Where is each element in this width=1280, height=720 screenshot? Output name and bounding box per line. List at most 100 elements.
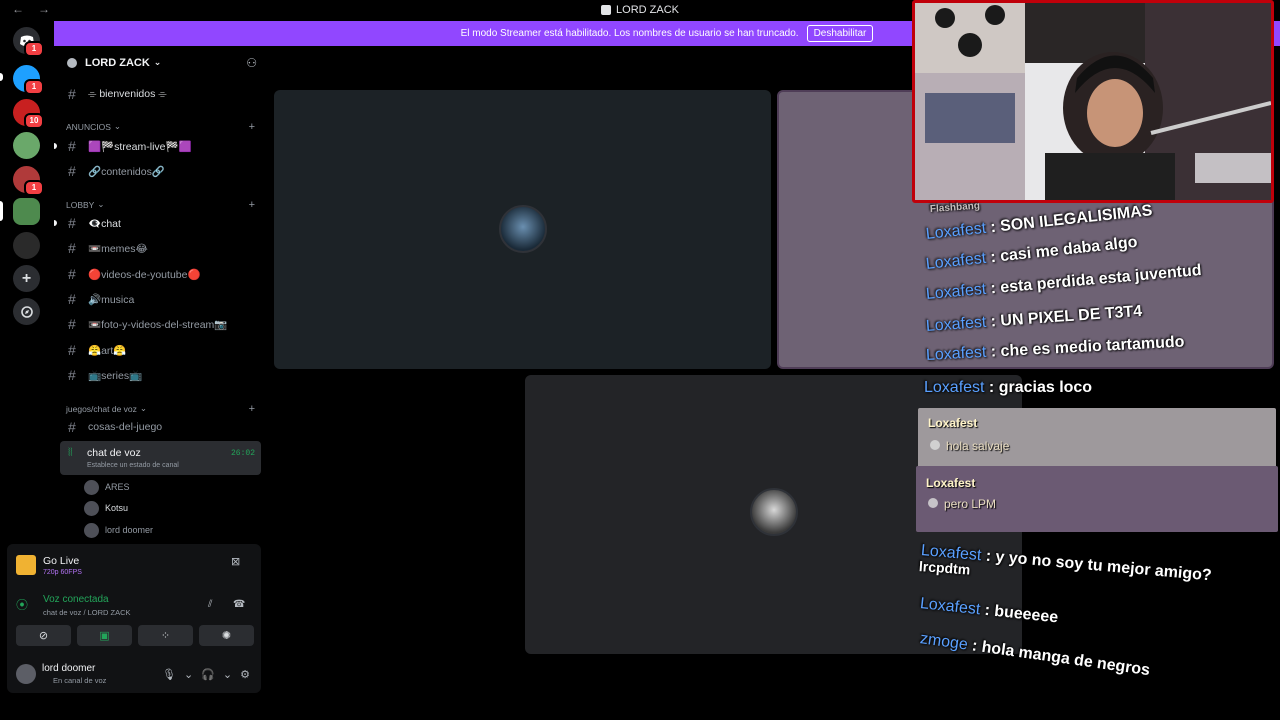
gear-icon[interactable]: ⚙ xyxy=(240,668,250,681)
channel-videos[interactable]: # 🔴videos-de-youtube🔴 xyxy=(60,263,261,285)
chevron-down-icon[interactable]: ⌄ xyxy=(223,668,232,681)
channel-label: 🟪🏁stream-live🏁🟪 xyxy=(88,140,192,153)
voice-tile[interactable] xyxy=(274,90,771,369)
channel-art[interactable]: # 😤art😤 xyxy=(60,339,261,361)
voice-connected-location[interactable]: chat de voz / LORD ZACK xyxy=(43,608,131,617)
category-lobby[interactable]: LOBBY ⌄ + xyxy=(66,199,261,211)
category-juegos[interactable]: juegos/chat de voz ⌄ + xyxy=(66,403,261,415)
voice-connected-title[interactable]: Voz conectada xyxy=(43,594,109,605)
channel-label: cosas-del-juego xyxy=(88,421,163,433)
channel-label: 👁‍🗨chat xyxy=(88,217,121,230)
channel-label: 📼foto-y-videos-del-stream📷 xyxy=(88,318,228,331)
server-icon[interactable] xyxy=(13,132,40,159)
notification-badge: 1 xyxy=(24,41,44,57)
voice-user[interactable]: lord doomer xyxy=(84,521,153,539)
hash-icon: # xyxy=(68,367,76,383)
stop-stream-icon[interactable]: ⊠ xyxy=(231,555,240,568)
hash-icon: # xyxy=(68,215,76,231)
discord-home-icon[interactable]: 1 xyxy=(13,27,44,57)
channel-label: 📼memes😂 xyxy=(88,242,148,255)
chevron-down-icon: ⌄ xyxy=(139,403,148,413)
server-icon[interactable]: 10 xyxy=(13,99,44,129)
channel-cosas-del-juego[interactable]: # cosas-del-juego xyxy=(60,416,261,438)
activities-button[interactable]: ⁘ xyxy=(138,625,193,646)
chat-card: Loxafest hola salvaje xyxy=(918,408,1276,474)
hash-icon: # xyxy=(68,240,76,256)
headphones-icon[interactable]: 🎧 xyxy=(201,668,215,681)
chevron-down-icon: ⌄ xyxy=(153,57,162,67)
channel-chat[interactable]: # 👁‍🗨chat xyxy=(54,212,261,234)
category-anuncios[interactable]: ANUNCIOS ⌄ + xyxy=(66,121,261,133)
channel-series[interactable]: # 📺series📺 xyxy=(60,364,261,386)
noise-suppression-icon[interactable]: ⫽ xyxy=(208,599,212,610)
webcam-feed xyxy=(915,3,1271,200)
avatar[interactable] xyxy=(16,664,36,684)
user-name[interactable]: lord doomer xyxy=(42,663,95,674)
camera-off-button[interactable]: ⊘ xyxy=(16,625,71,646)
category-label: LOBBY xyxy=(66,199,95,210)
guild-header[interactable]: LORD ZACK ⌄ ⚇ xyxy=(54,46,267,79)
chevron-down-icon: ⌄ xyxy=(113,121,121,131)
voice-user-name: Kotsu xyxy=(105,503,129,513)
add-channel-icon[interactable]: + xyxy=(249,403,255,415)
window-title: LORD ZACK xyxy=(601,4,679,16)
avatar xyxy=(84,500,99,516)
chat-user-icon xyxy=(928,498,938,508)
game-icon xyxy=(16,555,36,575)
selected-pill xyxy=(0,201,3,221)
server-icon[interactable]: 1 xyxy=(13,166,44,196)
hash-icon: # xyxy=(68,163,76,179)
hash-icon: # xyxy=(68,266,76,282)
voice-channel-name: chat de voz xyxy=(87,447,141,459)
add-channel-icon[interactable]: + xyxy=(249,199,255,211)
chat-username: Loxafest xyxy=(925,343,987,364)
screen-share-button[interactable]: ▣ xyxy=(77,625,132,646)
channel-musica[interactable]: # 🔊musica xyxy=(60,288,261,310)
unread-pill xyxy=(0,73,3,81)
server-icon-active[interactable] xyxy=(13,198,40,225)
chevron-down-icon[interactable]: ⌄ xyxy=(184,668,193,681)
voice-channel-status[interactable]: Establece un estado de canal xyxy=(87,462,179,469)
hash-icon: # xyxy=(68,342,76,358)
channel-memes[interactable]: # 📼memes😂 xyxy=(60,237,261,259)
add-server-icon[interactable]: + xyxy=(13,265,40,292)
chat-username: Loxafest xyxy=(926,476,976,490)
voice-user[interactable]: ARES xyxy=(84,478,130,496)
app-icon xyxy=(601,5,612,15)
server-icon[interactable]: 1 xyxy=(13,65,44,95)
channel-bienvenidos[interactable]: # ⌯ bienvenidos ⌯ xyxy=(60,83,261,105)
unread-indicator xyxy=(54,143,57,149)
user-status: En canal de voz xyxy=(53,676,107,685)
hash-icon: # xyxy=(68,86,76,102)
channel-contenidos[interactable]: # 🔗contenidos🔗 xyxy=(60,160,261,182)
webcam-overlay xyxy=(912,0,1274,203)
chat-card: Loxafest pero LPM xyxy=(916,466,1278,532)
go-live-quality[interactable]: 720p 60FPS xyxy=(43,569,82,576)
channel-label: 😤art😤 xyxy=(88,344,127,357)
disconnect-icon[interactable]: ☎ xyxy=(233,599,245,610)
microphone-icon[interactable]: 🎙 xyxy=(162,668,176,681)
voice-actions: ⊘ ▣ ⁘ ✺ xyxy=(16,625,254,646)
avatar xyxy=(84,479,99,495)
channel-foto[interactable]: # 📼foto-y-videos-del-stream📷 xyxy=(60,313,261,335)
chat-separator: : xyxy=(980,547,997,566)
back-arrow-icon[interactable]: ← xyxy=(12,2,24,16)
avatar xyxy=(750,488,798,536)
soundboard-button[interactable]: ✺ xyxy=(199,625,254,646)
channel-label: ⌯ bienvenidos ⌯ xyxy=(88,87,167,100)
voice-channel-active[interactable]: ⦚⦚ chat de voz Establece un estado de ca… xyxy=(60,441,261,475)
add-channel-icon[interactable]: + xyxy=(249,121,255,133)
forward-arrow-icon[interactable]: → xyxy=(38,2,50,16)
voice-user[interactable]: Kotsu xyxy=(84,499,128,517)
server-icon[interactable] xyxy=(13,232,40,259)
chat-text: pero LPM xyxy=(944,497,997,511)
hash-icon: # xyxy=(68,291,76,307)
channel-stream-live[interactable]: # 🟪🏁stream-live🏁🟪 xyxy=(54,135,261,157)
explore-icon[interactable] xyxy=(13,298,40,325)
notification-badge: 1 xyxy=(24,79,44,95)
disable-streamer-button[interactable]: Deshabilitar xyxy=(806,25,874,42)
guild-icon xyxy=(67,57,77,68)
voice-timer: 26:02 xyxy=(230,449,255,458)
invite-icon[interactable]: ⚇ xyxy=(246,56,257,70)
avatar xyxy=(84,522,99,538)
